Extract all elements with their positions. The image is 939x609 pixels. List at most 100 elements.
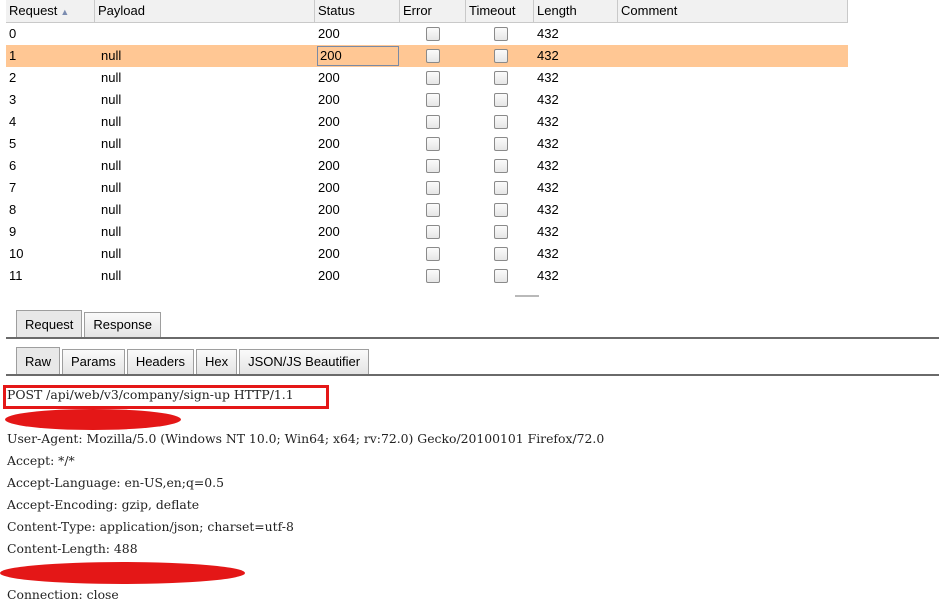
pane-splitter[interactable] <box>0 293 939 300</box>
error-checkbox[interactable] <box>426 137 440 151</box>
cell-comment <box>618 221 848 243</box>
column-header-timeout[interactable]: Timeout <box>466 0 534 22</box>
cell-length: 432 <box>537 268 559 283</box>
timeout-checkbox[interactable] <box>494 269 508 283</box>
cell-payload: null <box>101 114 122 129</box>
cell-timeout <box>466 199 534 221</box>
cell-payload <box>95 23 315 45</box>
cell-status-value: 200 <box>318 92 340 107</box>
cell-error <box>400 89 466 111</box>
error-checkbox[interactable] <box>426 115 440 129</box>
cell-status: 200 <box>315 221 400 243</box>
cell-timeout <box>466 177 534 199</box>
cell-request: 2 <box>9 70 17 85</box>
timeout-checkbox[interactable] <box>494 247 508 261</box>
cell-status-value: 200 <box>318 202 340 217</box>
cell-request: 6 <box>9 158 17 173</box>
cell-status-value: 200 <box>318 114 340 129</box>
cell-error <box>400 67 466 89</box>
timeout-checkbox[interactable] <box>494 159 508 173</box>
error-checkbox[interactable] <box>426 159 440 173</box>
timeout-checkbox[interactable] <box>494 71 508 85</box>
cell-request: 3 <box>9 92 17 107</box>
cell-timeout <box>466 89 534 111</box>
table-row[interactable]: 2 null 200 432 <box>6 67 848 89</box>
cell-length: 432 <box>537 158 559 173</box>
table-row[interactable]: 8 null 200 432 <box>6 199 848 221</box>
table-row[interactable]: 1 null 200 432 <box>6 45 848 67</box>
timeout-checkbox[interactable] <box>494 115 508 129</box>
column-header-payload[interactable]: Payload <box>95 0 315 22</box>
cell-request: 0 <box>9 26 17 41</box>
table-body: 0 200 432 1 null 200 432 2 null 200 432 3 null 200 432… <box>6 23 848 287</box>
column-header-length[interactable]: Length <box>534 0 618 22</box>
tab-hex[interactable]: Hex <box>195 349 238 375</box>
error-checkbox[interactable] <box>426 93 440 107</box>
cell-length: 432 <box>537 70 559 85</box>
timeout-checkbox[interactable] <box>494 203 508 217</box>
cell-status-value: 200 <box>318 26 340 41</box>
cell-timeout <box>466 221 534 243</box>
table-row[interactable]: 11 null 200 432 <box>6 265 848 287</box>
error-checkbox[interactable] <box>426 27 440 41</box>
cell-request: 1 <box>9 48 17 63</box>
timeout-checkbox[interactable] <box>494 137 508 151</box>
cell-length: 432 <box>537 114 559 129</box>
tab-json-beautifier[interactable]: JSON/JS Beautifier <box>239 349 370 375</box>
tab-params[interactable]: Params <box>62 349 125 375</box>
timeout-checkbox[interactable] <box>494 49 508 63</box>
cell-comment <box>618 67 848 89</box>
table-row[interactable]: 10 null 200 432 <box>6 243 848 265</box>
cell-request: 9 <box>9 224 17 239</box>
error-checkbox[interactable] <box>426 247 440 261</box>
cell-status: 200 <box>315 133 400 155</box>
cell-status-value: 200 <box>318 180 340 195</box>
cell-timeout <box>466 67 534 89</box>
cell-error <box>400 111 466 133</box>
error-checkbox[interactable] <box>426 269 440 283</box>
error-checkbox[interactable] <box>426 203 440 217</box>
cell-error <box>400 45 466 67</box>
column-header-error[interactable]: Error <box>400 0 466 22</box>
tab-headers[interactable]: Headers <box>126 349 194 375</box>
cell-comment <box>618 265 848 287</box>
column-header-request[interactable]: Request ▲ <box>6 0 95 22</box>
cell-comment <box>618 111 848 133</box>
table-row[interactable]: 0 200 432 <box>6 23 848 45</box>
cell-length: 432 <box>537 136 559 151</box>
timeout-checkbox[interactable] <box>494 93 508 107</box>
table-row[interactable]: 6 null 200 432 <box>6 155 848 177</box>
table-row[interactable]: 7 null 200 432 <box>6 177 848 199</box>
timeout-checkbox[interactable] <box>494 27 508 41</box>
table-row[interactable]: 9 null 200 432 <box>6 221 848 243</box>
column-header-comment[interactable]: Comment <box>618 0 848 22</box>
cell-request: 8 <box>9 202 17 217</box>
cell-comment <box>618 89 848 111</box>
cell-status-value: 200 <box>318 224 340 239</box>
splitter-grip-icon[interactable] <box>515 295 539 297</box>
cell-payload: null <box>101 246 122 261</box>
view-tabbar-divider <box>6 374 939 376</box>
cell-length: 432 <box>537 180 559 195</box>
tab-request[interactable]: Request <box>16 310 83 338</box>
cell-status: 200 <box>315 243 400 265</box>
tab-raw[interactable]: Raw <box>16 347 61 375</box>
cell-timeout <box>466 111 534 133</box>
error-checkbox[interactable] <box>426 71 440 85</box>
error-checkbox[interactable] <box>426 181 440 195</box>
error-checkbox[interactable] <box>426 225 440 239</box>
tab-response[interactable]: Response <box>84 312 161 338</box>
column-header-status[interactable]: Status <box>315 0 400 22</box>
message-tabbar-divider <box>6 337 939 339</box>
table-row[interactable]: 5 null 200 432 <box>6 133 848 155</box>
cell-error <box>400 243 466 265</box>
table-row[interactable]: 3 null 200 432 <box>6 89 848 111</box>
cell-payload: null <box>101 158 122 173</box>
error-checkbox[interactable] <box>426 49 440 63</box>
raw-request-editor[interactable]: POST /api/web/v3/company/sign-up HTTP/1.… <box>0 381 939 609</box>
cell-payload: null <box>101 268 122 283</box>
timeout-checkbox[interactable] <box>494 181 508 195</box>
header-line-user-agent: User-Agent: Mozilla/5.0 (Windows NT 10.0… <box>7 431 605 446</box>
timeout-checkbox[interactable] <box>494 225 508 239</box>
table-row[interactable]: 4 null 200 432 <box>6 111 848 133</box>
